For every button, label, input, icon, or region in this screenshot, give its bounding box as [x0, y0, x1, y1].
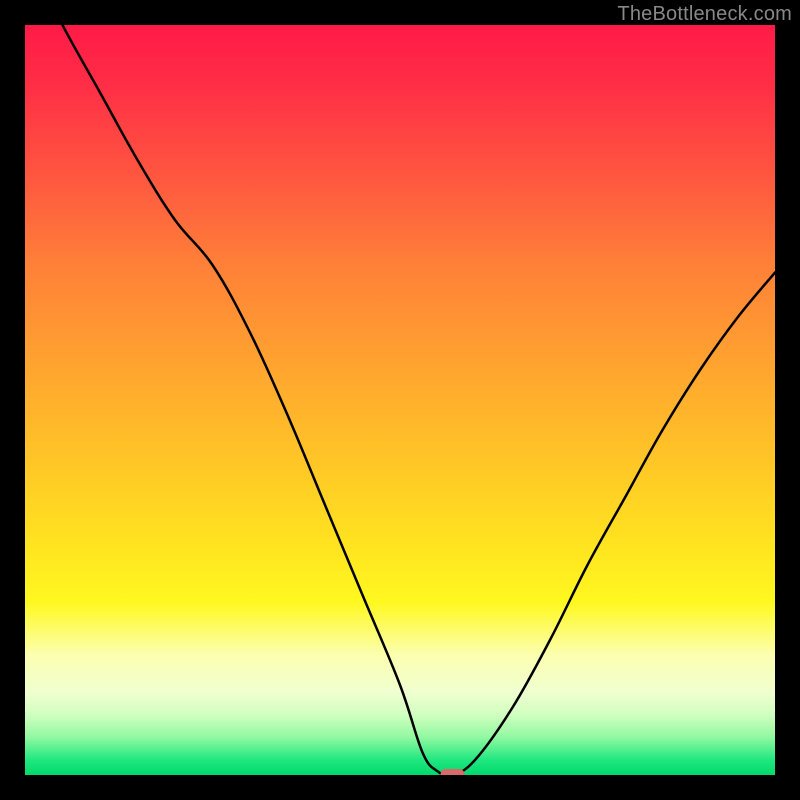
- plot-area: [25, 25, 775, 775]
- chart-frame: TheBottleneck.com: [0, 0, 800, 800]
- watermark-text: TheBottleneck.com: [617, 3, 792, 26]
- bottleneck-curve: [25, 25, 775, 775]
- bottleneck-marker: [441, 769, 465, 775]
